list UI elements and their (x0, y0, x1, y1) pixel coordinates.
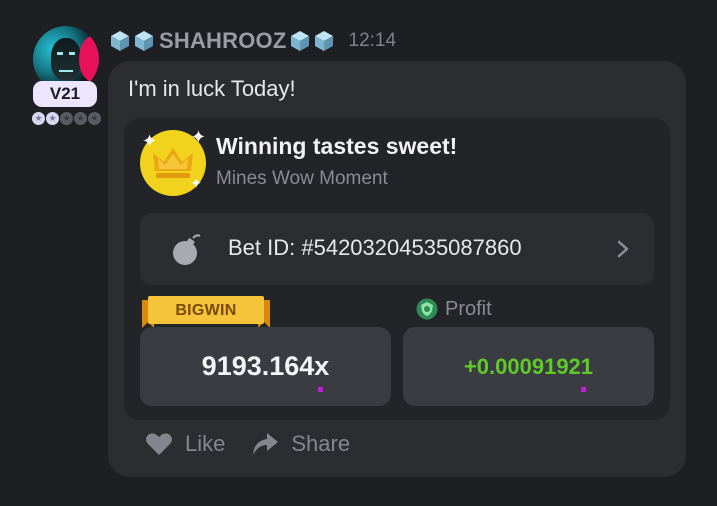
star-icon: ★ (88, 112, 101, 125)
sparkle-icon: ✦ (190, 175, 202, 191)
win-card[interactable]: ✦ ✦ ✦ Winning tastes sweet! Mines Wow Mo… (124, 118, 670, 420)
profit-value: +0.00091921 (463, 353, 594, 379)
star-icon: ★ (60, 112, 73, 125)
level-stars: ★ ★ ★ ★ ★ (32, 112, 101, 125)
ice-cube-icon (133, 30, 155, 52)
profit-box: +0.00091921 (403, 327, 654, 406)
star-icon: ★ (32, 112, 45, 125)
sparkle-icon: ✦ (190, 127, 206, 147)
message-text: I'm in luck Today! (128, 76, 296, 101)
vip-level-badge: V21 (33, 81, 97, 107)
share-label: Share (291, 431, 351, 456)
heart-icon (146, 433, 172, 455)
marker-dot (318, 387, 323, 392)
marker-dot (581, 387, 586, 392)
multiplier-box: 9193.164x (140, 327, 391, 406)
message-bubble: I'm in luck Today! ✦ ✦ ✦ Winning tastes … (108, 61, 686, 477)
star-icon: ★ (74, 112, 87, 125)
profit-label: Profit (445, 297, 492, 320)
crown-icon (153, 148, 193, 178)
bomb-icon (173, 234, 201, 265)
multiplier-value: 9193.164x (201, 351, 330, 381)
win-title: Winning tastes sweet! (216, 133, 458, 159)
message-header: SHAHROOZ 12:14 (109, 27, 396, 55)
profit-header: Profit (416, 296, 492, 322)
star-icon: ★ (46, 112, 59, 125)
ice-cube-icon (289, 30, 311, 52)
message-actions: Like Share (145, 431, 376, 457)
like-label: Like (185, 431, 226, 456)
bet-id: Bet ID: #54203204535087860 (228, 235, 522, 260)
share-arrow-icon (253, 433, 279, 455)
ice-cube-icon (109, 30, 131, 52)
message-timestamp: 12:14 (348, 30, 397, 51)
shield-icon (416, 298, 438, 320)
win-subtitle: Mines Wow Moment (216, 168, 388, 189)
share-button[interactable]: Share (251, 431, 350, 457)
bet-id-row[interactable]: Bet ID: #54203204535087860 (140, 213, 654, 285)
bigwin-label: BIGWIN (175, 302, 237, 319)
crown-badge: ✦ ✦ ✦ (140, 127, 206, 196)
username[interactable]: SHAHROOZ (159, 28, 287, 54)
sparkle-icon: ✦ (142, 131, 158, 151)
bigwin-ribbon: BIGWIN (142, 296, 270, 330)
ice-cube-icon (313, 30, 335, 52)
chevron-right-icon (617, 240, 629, 258)
avatar-face (51, 38, 81, 80)
like-button[interactable]: Like (145, 431, 225, 457)
